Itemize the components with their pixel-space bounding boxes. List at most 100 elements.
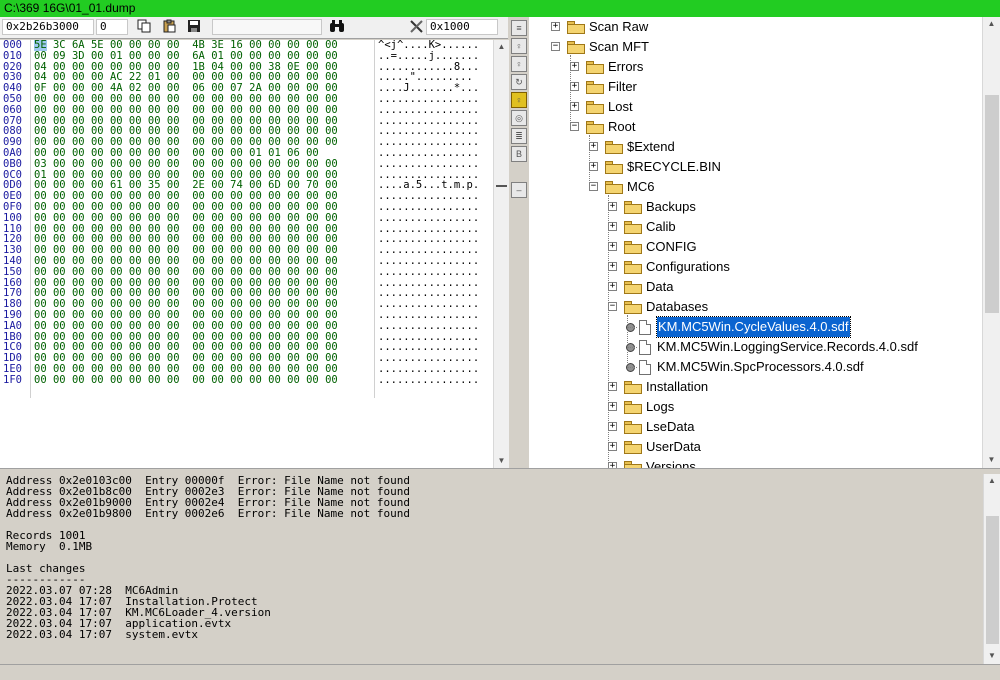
tree-node[interactable]: − Scan MFT — [529, 37, 982, 57]
paste-icon[interactable] — [160, 19, 178, 36]
tree-node[interactable]: + Scan Raw — [529, 17, 982, 37]
hex-byte[interactable]: 00 — [230, 105, 243, 116]
file-tree[interactable]: + Scan Raw − Scan MFT + Errors + Filter + Lost − Ro… — [529, 17, 982, 468]
tree-node[interactable]: + $Extend — [529, 137, 982, 157]
hex-byte[interactable]: 00 — [167, 40, 180, 51]
hex-byte[interactable]: 00 — [230, 72, 243, 83]
hex-byte[interactable]: 16 — [230, 40, 243, 51]
hex-byte[interactable]: 00 — [249, 224, 262, 235]
hex-byte[interactable]: 00 — [325, 105, 338, 116]
hex-byte[interactable]: 00 — [167, 116, 180, 127]
hex-byte[interactable]: 00 — [110, 148, 123, 159]
tree-node[interactable]: + Installation — [529, 377, 982, 397]
hex-row-ascii[interactable]: ................ — [378, 353, 493, 364]
hex-byte[interactable]: 00 — [268, 299, 281, 310]
hex-byte[interactable]: 00 — [230, 224, 243, 235]
hex-byte[interactable]: 3D — [72, 51, 85, 62]
expand-icon[interactable]: + — [570, 82, 579, 91]
hex-byte[interactable]: 00 — [110, 105, 123, 116]
tree-node[interactable]: + Errors — [529, 57, 982, 77]
hex-byte[interactable]: 00 — [211, 170, 224, 181]
hex-scrollbar-thumb[interactable] — [496, 185, 507, 187]
hex-byte[interactable]: 00 — [91, 126, 104, 137]
hex-byte[interactable]: 00 — [230, 137, 243, 148]
expand-icon[interactable]: + — [608, 202, 617, 211]
hex-byte[interactable]: 0E — [287, 62, 300, 73]
hex-byte[interactable]: 00 — [167, 202, 180, 213]
hex-byte[interactable]: 00 — [129, 137, 142, 148]
hex-row-bytes[interactable]: 00 00 00 00 00 00 00 00 00 00 00 00 00 0… — [34, 202, 374, 213]
hex-row-bytes[interactable]: 00 00 00 00 00 00 00 00 00 00 00 00 00 0… — [34, 353, 374, 364]
save-icon[interactable] — [185, 19, 203, 36]
hex-row-ascii[interactable]: ....."......... — [378, 72, 493, 83]
hex-byte[interactable]: AC — [110, 72, 123, 83]
hex-byte[interactable]: 00 — [110, 170, 123, 181]
hex-byte[interactable]: 00 — [306, 116, 319, 127]
hex-row-bytes[interactable]: 00 00 00 00 00 00 00 00 00 00 00 00 00 0… — [34, 105, 374, 116]
hex-byte[interactable]: 35 — [148, 180, 161, 191]
tree-node-label[interactable]: LseData — [646, 417, 694, 437]
hex-byte[interactable]: 00 — [192, 299, 205, 310]
hex-byte[interactable]: 00 — [268, 159, 281, 170]
hex-byte[interactable]: 06 — [192, 83, 205, 94]
hex-byte[interactable]: 00 — [211, 353, 224, 364]
hex-byte[interactable]: 00 — [306, 299, 319, 310]
hex-byte[interactable]: 00 — [268, 191, 281, 202]
hex-byte[interactable]: 00 — [268, 72, 281, 83]
hex-byte[interactable]: 00 — [268, 321, 281, 332]
hex-byte[interactable]: 04 — [211, 62, 224, 73]
tree-node-label[interactable]: KM.MC5Win.CycleValues.4.0.sdf — [656, 316, 851, 338]
hex-byte[interactable]: 00 — [72, 170, 85, 181]
hex-byte[interactable]: 00 — [287, 72, 300, 83]
tree-node[interactable]: + UserData — [529, 437, 982, 457]
hex-byte[interactable]: 00 — [167, 137, 180, 148]
hex-byte[interactable]: 00 — [72, 62, 85, 73]
hex-byte[interactable]: 00 — [129, 278, 142, 289]
hex-byte[interactable]: 00 — [167, 126, 180, 137]
hex-byte[interactable]: 00 — [34, 137, 47, 148]
hex-byte[interactable]: 00 — [287, 224, 300, 235]
hex-byte[interactable]: 00 — [211, 116, 224, 127]
hex-byte[interactable]: 00 — [129, 364, 142, 375]
tree-node[interactable]: + $RECYCLE.BIN — [529, 157, 982, 177]
hex-byte[interactable]: 4A — [110, 83, 123, 94]
hex-byte[interactable]: 00 — [287, 332, 300, 343]
hex-byte[interactable]: 00 — [287, 159, 300, 170]
hex-byte[interactable]: 00 — [91, 72, 104, 83]
expand-icon[interactable]: + — [608, 382, 617, 391]
hex-byte[interactable]: 00 — [167, 148, 180, 159]
hex-byte[interactable]: 00 — [167, 191, 180, 202]
hex-byte[interactable]: 00 — [110, 332, 123, 343]
hex-row-bytes[interactable]: 5E 3C 6A 5E 00 00 00 00 4B 3E 16 00 00 0… — [34, 40, 374, 51]
expand-icon[interactable]: + — [570, 62, 579, 71]
hex-byte[interactable]: 00 — [148, 245, 161, 256]
hex-byte[interactable]: 00 — [192, 256, 205, 267]
hex-byte[interactable]: 00 — [34, 342, 47, 353]
hex-row-ascii[interactable]: ................ — [378, 299, 493, 310]
hex-byte[interactable]: 00 — [148, 94, 161, 105]
hex-byte[interactable]: 00 — [268, 234, 281, 245]
expand-icon[interactable]: + — [608, 242, 617, 251]
hex-byte[interactable]: 00 — [287, 321, 300, 332]
hex-byte[interactable]: 00 — [287, 40, 300, 51]
hex-byte[interactable]: 00 — [72, 332, 85, 343]
hex-byte[interactable]: 00 — [268, 245, 281, 256]
hex-byte[interactable]: 00 — [325, 310, 338, 321]
hex-byte[interactable]: 00 — [249, 375, 262, 386]
hex-byte[interactable]: 00 — [249, 40, 262, 51]
refresh-icon[interactable]: ↻ — [511, 74, 527, 90]
hex-byte[interactable]: 06 — [287, 148, 300, 159]
tree-node[interactable]: KM.MC5Win.SpcProcessors.4.0.sdf — [529, 357, 982, 377]
hex-byte[interactable]: 00 — [268, 278, 281, 289]
hex-byte[interactable]: 00 — [287, 267, 300, 278]
hex-byte[interactable]: 00 — [129, 148, 142, 159]
hex-byte[interactable]: 00 — [287, 83, 300, 94]
hex-byte[interactable]: 00 — [91, 375, 104, 386]
tree-node-label[interactable]: CONFIG — [646, 237, 697, 257]
hex-byte[interactable]: 00 — [129, 375, 142, 386]
tree-node-label[interactable]: KM.MC5Win.SpcProcessors.4.0.sdf — [657, 357, 864, 377]
hex-byte[interactable]: 00 — [129, 310, 142, 321]
hex-byte[interactable]: 00 — [230, 62, 243, 73]
hex-byte[interactable]: 00 — [129, 245, 142, 256]
hex-byte[interactable]: 00 — [167, 364, 180, 375]
